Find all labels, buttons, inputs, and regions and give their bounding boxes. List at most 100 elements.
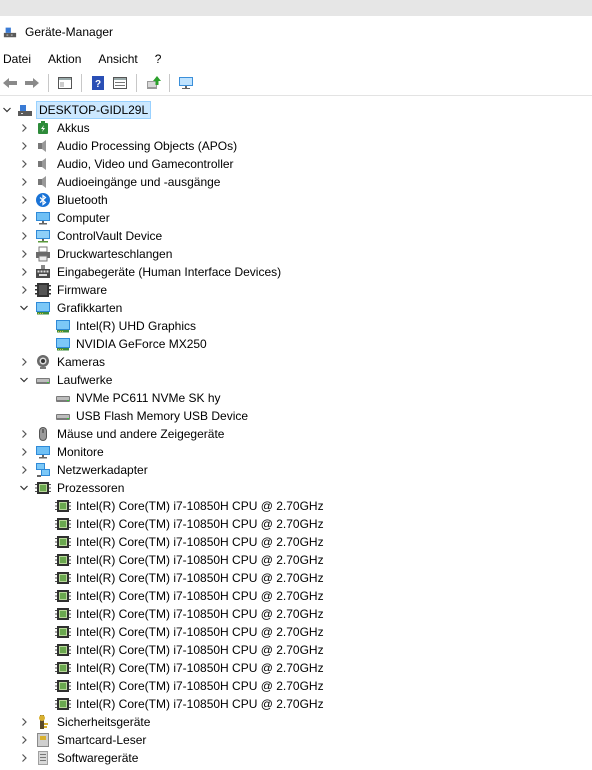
hid-icon (36, 265, 50, 278)
tree-category-monitore[interactable]: Monitore (0, 443, 592, 461)
chevron-down-icon[interactable] (1, 101, 13, 119)
drive-icon (56, 414, 70, 420)
tree-device-item[interactable]: Intel(R) Core(TM) i7-10850H CPU @ 2.70GH… (0, 515, 592, 533)
tree-category-label: Monitore (57, 445, 104, 459)
update-driver-icon[interactable] (143, 73, 163, 93)
chevron-down-icon[interactable] (18, 479, 30, 497)
back-icon[interactable] (0, 73, 20, 93)
tree-device-label: Intel(R) Core(TM) i7-10850H CPU @ 2.70GH… (76, 607, 324, 621)
cpu-icon (55, 500, 71, 512)
tree-category-grafikkarten[interactable]: Grafikkarten (0, 299, 592, 317)
tree-category-bluetooth[interactable]: Bluetooth (0, 191, 592, 209)
tree-device-label: Intel(R) Core(TM) i7-10850H CPU @ 2.70GH… (76, 589, 324, 603)
tree-category-m-use-und-andere-zeigeger-te[interactable]: Mäuse und andere Zeigegeräte (0, 425, 592, 443)
tree-device-item[interactable]: USB Flash Memory USB Device (0, 407, 592, 425)
tree-category-audio-video-und-gamecontroller[interactable]: Audio, Video und Gamecontroller (0, 155, 592, 173)
tree-device-item[interactable]: NVMe PC611 NVMe SK hy (0, 389, 592, 407)
tree-device-item[interactable]: Intel(R) Core(TM) i7-10850H CPU @ 2.70GH… (0, 569, 592, 587)
chevron-down-icon[interactable] (18, 371, 30, 389)
chevron-right-icon[interactable] (18, 209, 30, 227)
tree-category-kameras[interactable]: Kameras (0, 353, 592, 371)
tree-device-item[interactable]: Intel(R) Core(TM) i7-10850H CPU @ 2.70GH… (0, 623, 592, 641)
speaker-icon (38, 176, 46, 188)
cpu-icon (55, 518, 71, 530)
tree-device-item[interactable]: Intel(R) Core(TM) i7-10850H CPU @ 2.70GH… (0, 605, 592, 623)
display-adapter-icon (36, 302, 50, 315)
smartcard-icon (37, 733, 49, 747)
tree-category-softwareger-te[interactable]: Softwaregeräte (0, 749, 592, 767)
tree-category-akkus[interactable]: Akkus (0, 119, 592, 137)
toolbar-separator (136, 74, 137, 92)
tree-category-label: Sicherheitsgeräte (57, 715, 151, 729)
chevron-right-icon[interactable] (18, 227, 30, 245)
cpu-icon (55, 536, 71, 548)
chevron-right-icon[interactable] (18, 281, 30, 299)
chevron-right-icon[interactable] (18, 731, 30, 749)
tree-device-item[interactable]: Intel(R) Core(TM) i7-10850H CPU @ 2.70GH… (0, 497, 592, 515)
menu-datei[interactable]: Datei (0, 49, 35, 69)
tree-device-item[interactable]: Intel(R) Core(TM) i7-10850H CPU @ 2.70GH… (0, 695, 592, 713)
tree-category-label: ControlVault Device (57, 229, 163, 243)
tree-category-sicherheitsger-te[interactable]: Sicherheitsgeräte (0, 713, 592, 731)
tree-category-druckwarteschlangen[interactable]: Druckwarteschlangen (0, 245, 592, 263)
tree-category-smartcard-leser[interactable]: Smartcard-Leser (0, 731, 592, 749)
chevron-right-icon[interactable] (18, 173, 30, 191)
tree-category-prozessoren[interactable]: Prozessoren (0, 479, 592, 497)
chevron-right-icon[interactable] (18, 713, 30, 731)
menu-bar: Datei Aktion Ansicht ? (0, 49, 592, 69)
speaker-icon (38, 140, 46, 152)
tree-device-label: NVMe PC611 NVMe SK hy (76, 391, 221, 405)
tree-device-label: NVIDIA GeForce MX250 (76, 337, 207, 351)
tree-root[interactable]: DESKTOP-GIDL29L (0, 101, 592, 119)
tree-category-label: Smartcard-Leser (57, 733, 147, 747)
chevron-right-icon[interactable] (18, 245, 30, 263)
tree-device-item[interactable]: Intel(R) Core(TM) i7-10850H CPU @ 2.70GH… (0, 677, 592, 695)
chevron-right-icon[interactable] (18, 461, 30, 479)
chevron-right-icon[interactable] (18, 263, 30, 281)
tree-category-controlvault-device[interactable]: ControlVault Device (0, 227, 592, 245)
tree-device-item[interactable]: Intel(R) Core(TM) i7-10850H CPU @ 2.70GH… (0, 659, 592, 677)
tree-device-item[interactable]: Intel(R) Core(TM) i7-10850H CPU @ 2.70GH… (0, 551, 592, 569)
chevron-right-icon[interactable] (18, 425, 30, 443)
tree-device-item[interactable]: NVIDIA GeForce MX250 (0, 335, 592, 353)
chevron-down-icon[interactable] (18, 299, 30, 317)
tree-device-label: Intel(R) UHD Graphics (76, 319, 197, 333)
chevron-right-icon[interactable] (18, 119, 30, 137)
cpu-icon (55, 608, 71, 620)
tree-root-label: DESKTOP-GIDL29L (36, 101, 152, 119)
tree-category-label: Akkus (57, 121, 90, 135)
chevron-right-icon[interactable] (18, 443, 30, 461)
tree-device-item[interactable]: Intel(R) Core(TM) i7-10850H CPU @ 2.70GH… (0, 641, 592, 659)
tree-device-label: Intel(R) Core(TM) i7-10850H CPU @ 2.70GH… (76, 679, 324, 693)
tree-device-item[interactable]: Intel(R) Core(TM) i7-10850H CPU @ 2.70GH… (0, 533, 592, 551)
menu-aktion[interactable]: Aktion (44, 49, 85, 69)
chevron-right-icon[interactable] (18, 155, 30, 173)
tree-category-label: Firmware (57, 283, 107, 297)
tree-device-label: Intel(R) Core(TM) i7-10850H CPU @ 2.70GH… (76, 661, 324, 675)
tree-device-item[interactable]: Intel(R) UHD Graphics (0, 317, 592, 335)
monitor-scan-icon[interactable] (176, 73, 196, 93)
view-icon[interactable] (110, 73, 130, 93)
tree-category-computer[interactable]: Computer (0, 209, 592, 227)
tree-device-item[interactable]: Intel(R) Core(TM) i7-10850H CPU @ 2.70GH… (0, 587, 592, 605)
menu-ansicht[interactable]: Ansicht (94, 49, 141, 69)
tree-category-firmware[interactable]: Firmware (0, 281, 592, 299)
window-title: Geräte-Manager (25, 24, 114, 39)
chevron-right-icon[interactable] (18, 191, 30, 209)
tree-category-laufwerke[interactable]: Laufwerke (0, 371, 592, 389)
forward-icon[interactable] (22, 73, 42, 93)
cpu-icon (35, 482, 51, 494)
properties-icon[interactable] (55, 73, 75, 93)
chevron-right-icon[interactable] (18, 353, 30, 371)
tree-category-audioeing-nge-und-ausg-nge[interactable]: Audioeingänge und -ausgänge (0, 173, 592, 191)
tree-category-netzwerkadapter[interactable]: Netzwerkadapter (0, 461, 592, 479)
chevron-right-icon[interactable] (18, 137, 30, 155)
tree-category-eingabeger-te-human-interface-devices[interactable]: Eingabegeräte (Human Interface Devices) (0, 263, 592, 281)
menu-help[interactable]: ? (151, 49, 166, 69)
tree-category-label: Audio Processing Objects (APOs) (57, 139, 238, 153)
tree-device-label: USB Flash Memory USB Device (76, 409, 249, 423)
tree-device-label: Intel(R) Core(TM) i7-10850H CPU @ 2.70GH… (76, 625, 324, 639)
chevron-right-icon[interactable] (18, 749, 30, 767)
help-icon[interactable]: ? (88, 73, 108, 93)
tree-category-audio-processing-objects-apos[interactable]: Audio Processing Objects (APOs) (0, 137, 592, 155)
